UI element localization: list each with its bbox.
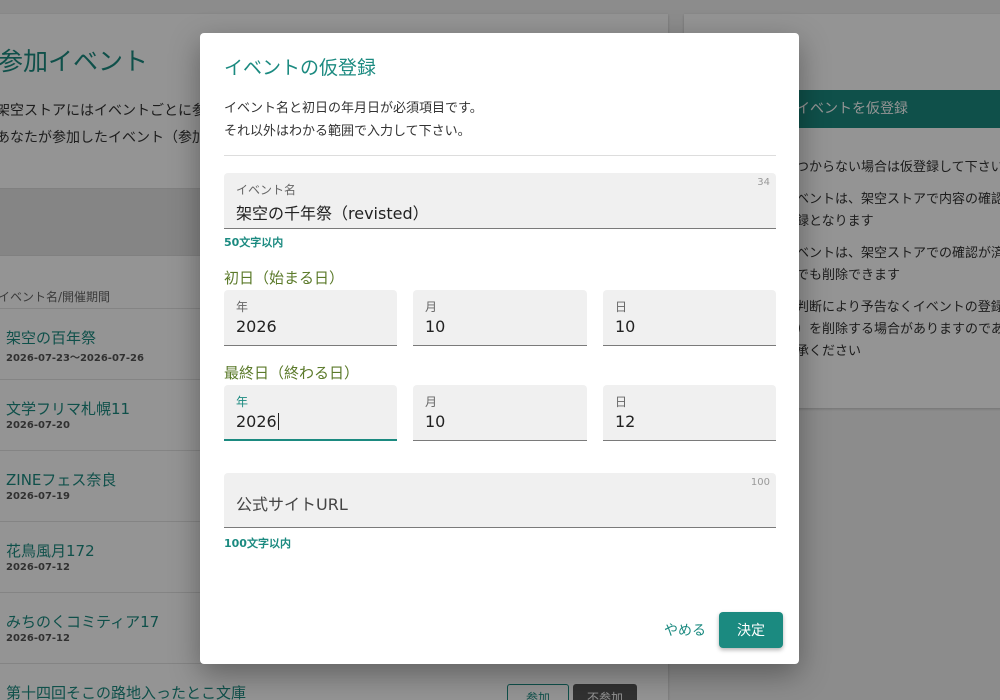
end-year-label: 年 [236, 395, 249, 409]
event-name-label: イベント名 [236, 183, 297, 197]
end-month-value[interactable]: 10 [425, 412, 445, 431]
end-day-field[interactable]: 日 12 [603, 385, 776, 441]
start-year-field[interactable]: 年 2026 [224, 290, 397, 346]
event-name-field[interactable]: イベント名 架空の千年祭（revisted） 34 [224, 173, 776, 229]
provisional-registration-dialog: イベントの仮登録 イベント名と初日の年月日が必須項目です。 それ以外はわかる範囲… [200, 33, 799, 664]
end-day-label: 日 [615, 395, 628, 409]
start-month-label: 月 [425, 300, 438, 314]
dialog-description-line: それ以外はわかる範囲で入力して下さい。 [224, 124, 471, 139]
official-url-field[interactable]: 公式サイトURL 100 [224, 473, 776, 528]
official-url-placeholder: 公式サイトURL [236, 495, 348, 514]
submit-button[interactable]: 決定 [719, 612, 783, 648]
official-url-counter: 100 [750, 477, 770, 488]
end-month-label: 月 [425, 395, 438, 409]
start-day-field[interactable]: 日 10 [603, 290, 776, 346]
end-year-value[interactable]: 2026 [236, 412, 279, 431]
dialog-title: イベントの仮登録 [224, 57, 377, 79]
event-name-value[interactable]: 架空の千年祭（revisted） [236, 200, 429, 224]
dialog-description-line: イベント名と初日の年月日が必須項目です。 [224, 101, 483, 116]
start-month-field[interactable]: 月 10 [413, 290, 587, 346]
end-year-text: 2026 [236, 412, 277, 431]
event-name-hint: 50文字以内 [224, 236, 284, 249]
dialog-description: イベント名と初日の年月日が必須項目です。 それ以外はわかる範囲で入力して下さい。 [224, 97, 483, 143]
official-url-hint: 100文字以内 [224, 537, 291, 550]
start-day-label: 日 [615, 300, 628, 314]
end-day-value[interactable]: 12 [615, 412, 635, 431]
start-year-value[interactable]: 2026 [236, 317, 277, 336]
text-caret [277, 413, 279, 430]
divider [224, 155, 776, 156]
start-year-label: 年 [236, 300, 249, 314]
start-month-value[interactable]: 10 [425, 317, 445, 336]
event-name-counter: 34 [757, 177, 770, 188]
end-month-field[interactable]: 月 10 [413, 385, 587, 441]
start-date-heading: 初日（始まる日） [224, 269, 345, 287]
start-day-value[interactable]: 10 [615, 317, 635, 336]
end-year-field[interactable]: 年 2026 [224, 385, 397, 441]
cancel-button[interactable]: やめる [652, 612, 718, 648]
end-date-heading: 最終日（終わる日） [224, 364, 360, 382]
